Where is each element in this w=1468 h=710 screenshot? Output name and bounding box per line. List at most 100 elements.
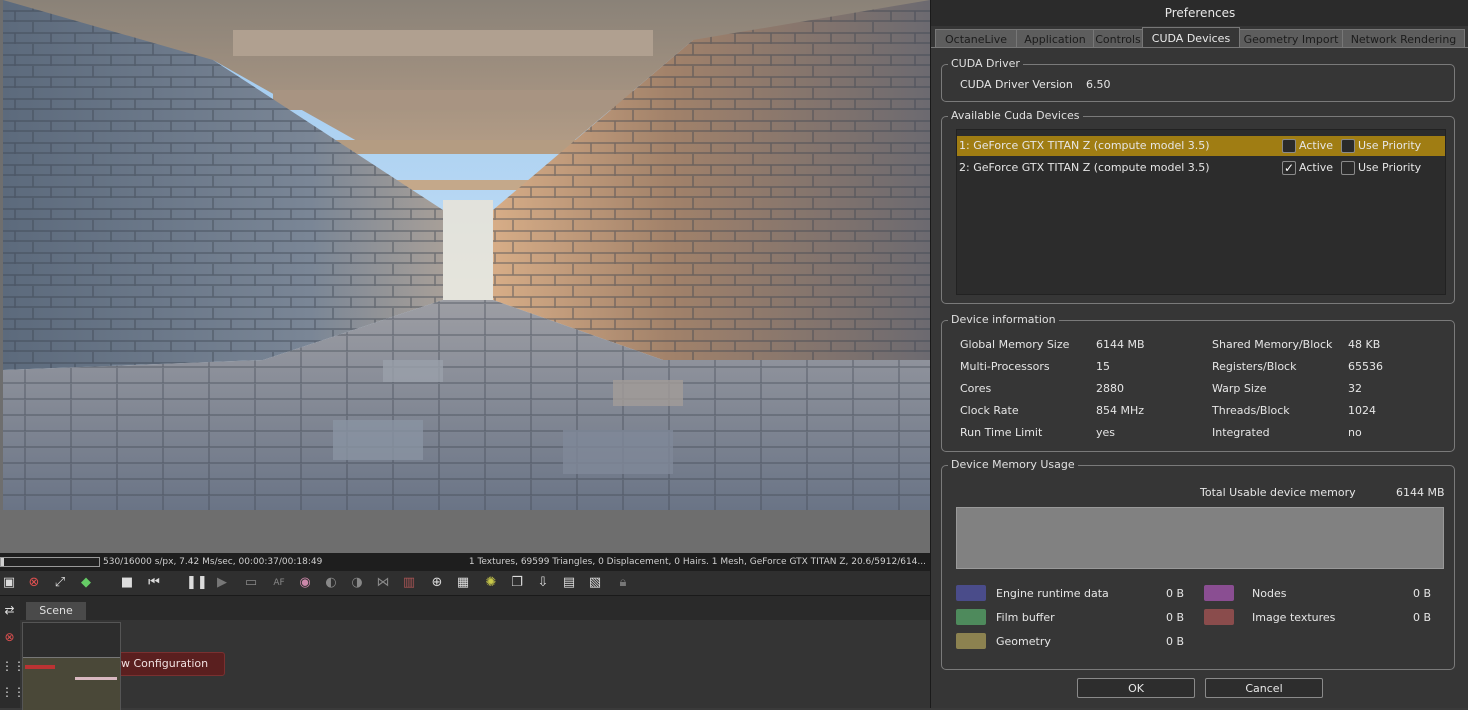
info-value: 1024 xyxy=(1348,404,1376,417)
info-value: 6144 MB xyxy=(1096,338,1145,351)
viewport-icon[interactable]: ▣ xyxy=(0,574,18,592)
dialog-title: Preferences xyxy=(931,0,1468,26)
tab-scene[interactable]: Scene xyxy=(26,602,86,620)
nodes-swatch xyxy=(1204,585,1234,601)
tab-network-rendering[interactable]: Network Rendering xyxy=(1342,29,1465,48)
sphere-icon[interactable]: ◐ xyxy=(322,574,340,592)
group-title: Device information xyxy=(948,313,1059,326)
legend-value: 0 B xyxy=(1166,635,1185,648)
total-memory-value: 6144 MB xyxy=(1396,486,1445,499)
copy-icon[interactable]: ❐ xyxy=(508,574,526,592)
active-checkbox[interactable]: ✓ xyxy=(1282,161,1296,175)
use-priority-checkbox[interactable] xyxy=(1341,139,1355,153)
total-memory-label: Total Usable device memory xyxy=(1200,486,1356,499)
info-label: Registers/Block xyxy=(1212,360,1297,373)
device-row-1[interactable]: 1: GeForce GTX TITAN Z (compute model 3.… xyxy=(957,136,1445,156)
tab-application[interactable]: Application xyxy=(1016,29,1094,48)
legend-label: Film buffer xyxy=(996,611,1055,624)
info-label: Cores xyxy=(960,382,992,395)
stack-icon[interactable]: ▧ xyxy=(586,574,604,592)
use-priority-label: Use Priority xyxy=(1358,161,1422,174)
film-buffer-swatch xyxy=(956,609,986,625)
legend-value: 0 B xyxy=(1166,611,1185,624)
af-icon[interactable]: AF xyxy=(270,574,288,592)
rearrange-icon[interactable]: ⇄ xyxy=(1,602,18,619)
graph-tools-sidebar: ⇄ ⊗ ⋮⋮ ⋮⋮ xyxy=(0,596,25,708)
device-list: 1: GeForce GTX TITAN Z (compute model 3.… xyxy=(956,129,1446,295)
sphere2-icon[interactable]: ◑ xyxy=(348,574,366,592)
legend-label: Geometry xyxy=(996,635,1051,648)
export-icon[interactable]: ⇩ xyxy=(534,574,552,592)
available-devices-group: Available Cuda Devices 1: GeForce GTX TI… xyxy=(941,109,1455,304)
monitor-icon[interactable]: ▭ xyxy=(242,574,260,592)
render-stats: 530/16000 s/px, 7.42 Ms/sec, 00:00:37/00… xyxy=(103,557,323,567)
rewind-icon[interactable]: ⏮ xyxy=(145,574,163,592)
legend-label: Nodes xyxy=(1252,587,1287,600)
tab-octanelive[interactable]: OctaneLive xyxy=(935,29,1017,48)
stop-render-icon[interactable]: ⊗ xyxy=(25,574,43,592)
cuda-driver-group: CUDA Driver CUDA Driver Version 6.50 xyxy=(941,57,1455,102)
tab-controls[interactable]: Controls xyxy=(1093,29,1143,48)
device-name: 1: GeForce GTX TITAN Z (compute model 3.… xyxy=(959,139,1210,152)
new-configuration-button[interactable]: w Configuration xyxy=(116,652,225,676)
zoom-icon[interactable]: ⊕ xyxy=(428,574,446,592)
region-icon[interactable]: ⤢ xyxy=(51,574,69,592)
info-value: 15 xyxy=(1096,360,1110,373)
node-pin-red xyxy=(25,665,55,669)
nodes-icon[interactable]: ⋈ xyxy=(374,574,392,592)
info-value: yes xyxy=(1096,426,1116,439)
use-priority-label: Use Priority xyxy=(1358,139,1422,152)
tab-geometry-import[interactable]: Geometry Import xyxy=(1239,29,1343,48)
info-label: Warp Size xyxy=(1212,382,1267,395)
node-pin-pink xyxy=(75,677,117,680)
cube-icon[interactable]: ◆ xyxy=(77,574,95,592)
active-checkbox[interactable] xyxy=(1282,139,1296,153)
device-row-2[interactable]: 2: GeForce GTX TITAN Z (compute model 3.… xyxy=(957,158,1445,178)
node-group-icon[interactable]: ⋮⋮ xyxy=(1,658,25,675)
render-status-bar: 530/16000 s/px, 7.42 Ms/sec, 00:00:37/00… xyxy=(0,553,930,571)
info-value: 65536 xyxy=(1348,360,1383,373)
group-title: Device Memory Usage xyxy=(948,458,1078,471)
grid-icon[interactable]: ▦ xyxy=(454,574,472,592)
lock-icon[interactable]: 🔒︎ xyxy=(614,574,632,592)
legend-label: Engine runtime data xyxy=(996,587,1109,600)
device-name: 2: GeForce GTX TITAN Z (compute model 3.… xyxy=(959,161,1210,174)
render-progress-fill xyxy=(1,558,5,566)
node-ungroup-icon[interactable]: ⋮⋮ xyxy=(1,684,25,701)
info-value: 48 KB xyxy=(1348,338,1381,351)
play-icon[interactable]: ▶ xyxy=(213,574,231,592)
node-graph-editor[interactable]: Scene w Configuration xyxy=(20,596,930,710)
info-value: 32 xyxy=(1348,382,1362,395)
stop-icon[interactable]: ■ xyxy=(118,574,136,592)
tab-cuda-devices[interactable]: CUDA Devices xyxy=(1142,27,1240,48)
group-title: Available Cuda Devices xyxy=(948,109,1083,122)
delete-nodes-icon[interactable]: ⊗ xyxy=(1,629,18,646)
device-information-group: Device information Global Memory Size 61… xyxy=(941,313,1455,452)
legend-value: 0 B xyxy=(1413,611,1432,624)
active-label: Active xyxy=(1299,161,1334,174)
cancel-button[interactable]: Cancel xyxy=(1205,678,1323,698)
save-image-icon[interactable]: ▥ xyxy=(400,574,418,592)
ok-button[interactable]: OK xyxy=(1077,678,1195,698)
memory-usage-bar xyxy=(956,507,1444,569)
info-label: Integrated xyxy=(1212,426,1270,439)
info-label: Threads/Block xyxy=(1212,404,1290,417)
driver-version-label: CUDA Driver Version xyxy=(960,78,1073,91)
palette-icon[interactable]: ✺ xyxy=(482,574,500,592)
package-icon[interactable]: ▤ xyxy=(560,574,578,592)
use-priority-checkbox[interactable] xyxy=(1341,161,1355,175)
scene-node-preview[interactable] xyxy=(22,622,121,710)
group-title: CUDA Driver xyxy=(948,57,1023,70)
viewport-toolbar: ▣ ⊗ ⤢ ◆ ■ ⏮ ❚❚ ▶ ▭ AF ◉ ◐ ◑ ⋈ ▥ ⊕ ▦ ✺ ❐ … xyxy=(0,571,930,596)
info-label: Clock Rate xyxy=(960,404,1019,417)
scene-stats: 1 Textures, 69599 Triangles, 0 Displacem… xyxy=(468,557,926,567)
info-value: 854 MHz xyxy=(1096,404,1145,417)
legend-value: 0 B xyxy=(1166,587,1185,600)
render-viewport[interactable] xyxy=(0,0,930,553)
color-wheel-icon[interactable]: ◉ xyxy=(296,574,314,592)
tab-divider xyxy=(931,47,1468,48)
info-label: Run Time Limit xyxy=(960,426,1043,439)
legend-label: Image textures xyxy=(1252,611,1336,624)
pause-icon[interactable]: ❚❚ xyxy=(186,574,208,592)
engine-runtime-swatch xyxy=(956,585,986,601)
